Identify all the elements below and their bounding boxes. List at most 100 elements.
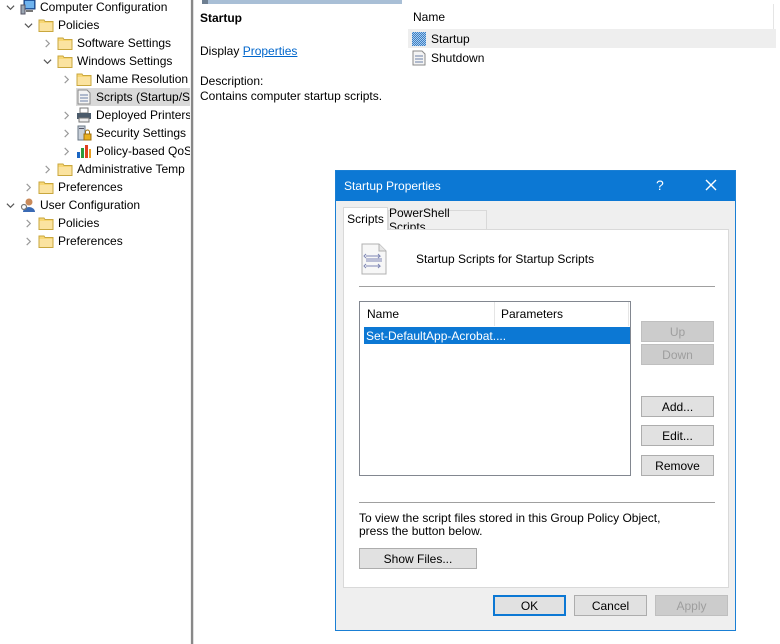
script-document-icon — [361, 243, 387, 275]
qos-chart-icon — [77, 145, 91, 158]
column-header-parameters[interactable]: Parameters — [494, 302, 628, 326]
up-button[interactable]: Up — [641, 321, 714, 342]
tree-item-label: Preferences — [58, 180, 123, 194]
tree-item-user-configuration[interactable]: User Configuration — [4, 196, 140, 214]
printer-icon — [77, 107, 91, 123]
description-text: Contains computer startup scripts. — [200, 89, 383, 103]
display-prefix: Display — [200, 44, 240, 58]
chevron-down-icon[interactable] — [41, 55, 53, 67]
computer-config-icon — [20, 0, 36, 15]
dialog-title-bar[interactable]: Startup Properties ? — [336, 171, 735, 201]
folder-icon — [38, 217, 54, 230]
divider — [359, 502, 715, 503]
list-item-startup[interactable]: Startup — [408, 29, 776, 48]
tree-item-label: Administrative Temp — [77, 162, 185, 176]
chevron-right-icon[interactable] — [41, 163, 53, 175]
tree-item-label: Software Settings — [77, 36, 172, 50]
tree-item-label: Policies — [58, 216, 100, 230]
tree-item-security-settings[interactable]: Security Settings — [60, 124, 186, 142]
edit-button[interactable]: Edit... — [641, 425, 714, 446]
tree-item-policy-based-qos[interactable]: Policy-based QoS — [60, 142, 190, 160]
folder-icon — [38, 181, 54, 194]
script-name: Set-DefaultApp-Acrobat.... — [366, 328, 507, 343]
tree-item-deployed-printers[interactable]: Deployed Printers — [60, 106, 190, 124]
tab-label: Scripts — [347, 212, 384, 226]
tree-item-administrative-templates[interactable]: Administrative Temp — [41, 160, 185, 178]
folder-icon — [76, 73, 92, 86]
scripts-table[interactable]: Name Parameters Set-DefaultApp-Acrobat..… — [359, 301, 631, 476]
tree-item-policies[interactable]: Policies — [22, 16, 99, 34]
table-row[interactable]: Set-DefaultApp-Acrobat.... — [364, 327, 630, 344]
cancel-button[interactable]: Cancel — [574, 595, 647, 616]
extended-tab-bar — [202, 0, 402, 4]
tree-item-label: Name Resolution — [96, 72, 189, 86]
add-button[interactable]: Add... — [641, 396, 714, 417]
description-label: Description: — [200, 74, 264, 88]
security-icon — [77, 125, 92, 141]
tree-item-label: Computer Configuration — [40, 0, 168, 14]
ok-button[interactable]: OK — [493, 595, 566, 616]
chevron-right-icon[interactable] — [60, 73, 72, 85]
tree-item-windows-settings[interactable]: Windows Settings — [41, 52, 172, 70]
chevron-down-icon[interactable] — [4, 199, 16, 211]
list-item-label: Shutdown — [431, 50, 485, 65]
scripts-tab-panel: Startup Scripts for Startup Scripts Name… — [343, 229, 729, 588]
help-button[interactable]: ? — [656, 177, 664, 193]
tree-item-software-settings[interactable]: Software Settings — [41, 34, 171, 52]
description-title: Startup — [200, 11, 242, 25]
chevron-right-icon[interactable] — [60, 109, 72, 121]
tree-item-label: Deployed Printers — [96, 108, 190, 122]
close-icon[interactable] — [702, 176, 720, 194]
folder-icon — [57, 55, 73, 68]
navigation-tree: Computer Configuration Policies Software… — [0, 0, 190, 644]
shutdown-script-icon — [412, 50, 426, 65]
apply-button[interactable]: Apply — [655, 595, 728, 616]
column-header-name[interactable]: Name — [360, 302, 494, 326]
tree-item-name-resolution[interactable]: Name Resolution — [60, 70, 188, 88]
tree-item-label: Preferences — [58, 234, 123, 248]
folder-icon — [38, 19, 54, 32]
chevron-right-icon[interactable] — [22, 235, 34, 247]
gpo-editor-window: Computer Configuration Policies Software… — [0, 0, 780, 644]
tab-scripts[interactable]: Scripts — [343, 207, 388, 230]
display-properties: Display Properties — [200, 44, 297, 58]
remove-button[interactable]: Remove — [641, 455, 714, 476]
script-icon — [77, 89, 91, 105]
chevron-right-icon[interactable] — [60, 127, 72, 139]
chevron-down-icon[interactable] — [22, 19, 34, 31]
scripts-header-text: Startup Scripts for Startup Scripts — [416, 252, 595, 266]
column-separator[interactable] — [628, 302, 629, 326]
column-separator[interactable] — [773, 4, 774, 30]
tree-item-label: Policies — [58, 18, 100, 32]
properties-link[interactable]: Properties — [243, 44, 298, 58]
column-header-name[interactable]: Name — [413, 10, 445, 24]
user-config-icon — [20, 198, 35, 212]
chevron-right-icon[interactable] — [22, 181, 34, 193]
info-text: To view the script files stored in this … — [359, 511, 661, 538]
folder-icon — [38, 235, 54, 248]
show-files-button[interactable]: Show Files... — [359, 548, 477, 569]
tree-item-scripts[interactable]: Scripts (Startup/S — [76, 88, 190, 106]
chevron-down-icon[interactable] — [4, 1, 16, 13]
tree-item-label: User Configuration — [40, 198, 141, 212]
tree-item-label: Policy-based QoS — [96, 144, 190, 158]
down-button[interactable]: Down — [641, 344, 714, 365]
tree-item-preferences[interactable]: Preferences — [22, 178, 123, 196]
chevron-right-icon[interactable] — [41, 37, 53, 49]
tree-item-label: Security Settings — [96, 126, 187, 140]
list-item-shutdown[interactable]: Shutdown — [408, 48, 776, 67]
folder-icon — [57, 163, 73, 176]
startup-script-icon — [412, 31, 426, 46]
tab-powershell-scripts[interactable]: PowerShell Scripts — [388, 206, 487, 234]
startup-properties-dialog: Startup Properties ? Scripts PowerShell … — [335, 170, 736, 631]
chevron-right-icon[interactable] — [22, 217, 34, 229]
tree-item-label: Scripts (Startup/S — [96, 90, 190, 104]
list-item-label: Startup — [431, 31, 470, 46]
chevron-right-icon[interactable] — [60, 145, 72, 157]
folder-icon — [57, 37, 73, 50]
tree-item-user-preferences[interactable]: Preferences — [22, 232, 123, 250]
tree-item-user-policies[interactable]: Policies — [22, 214, 99, 232]
tree-item-label: Windows Settings — [77, 54, 173, 68]
tree-item-computer-configuration[interactable]: Computer Configuration — [4, 0, 167, 16]
divider — [359, 286, 715, 287]
